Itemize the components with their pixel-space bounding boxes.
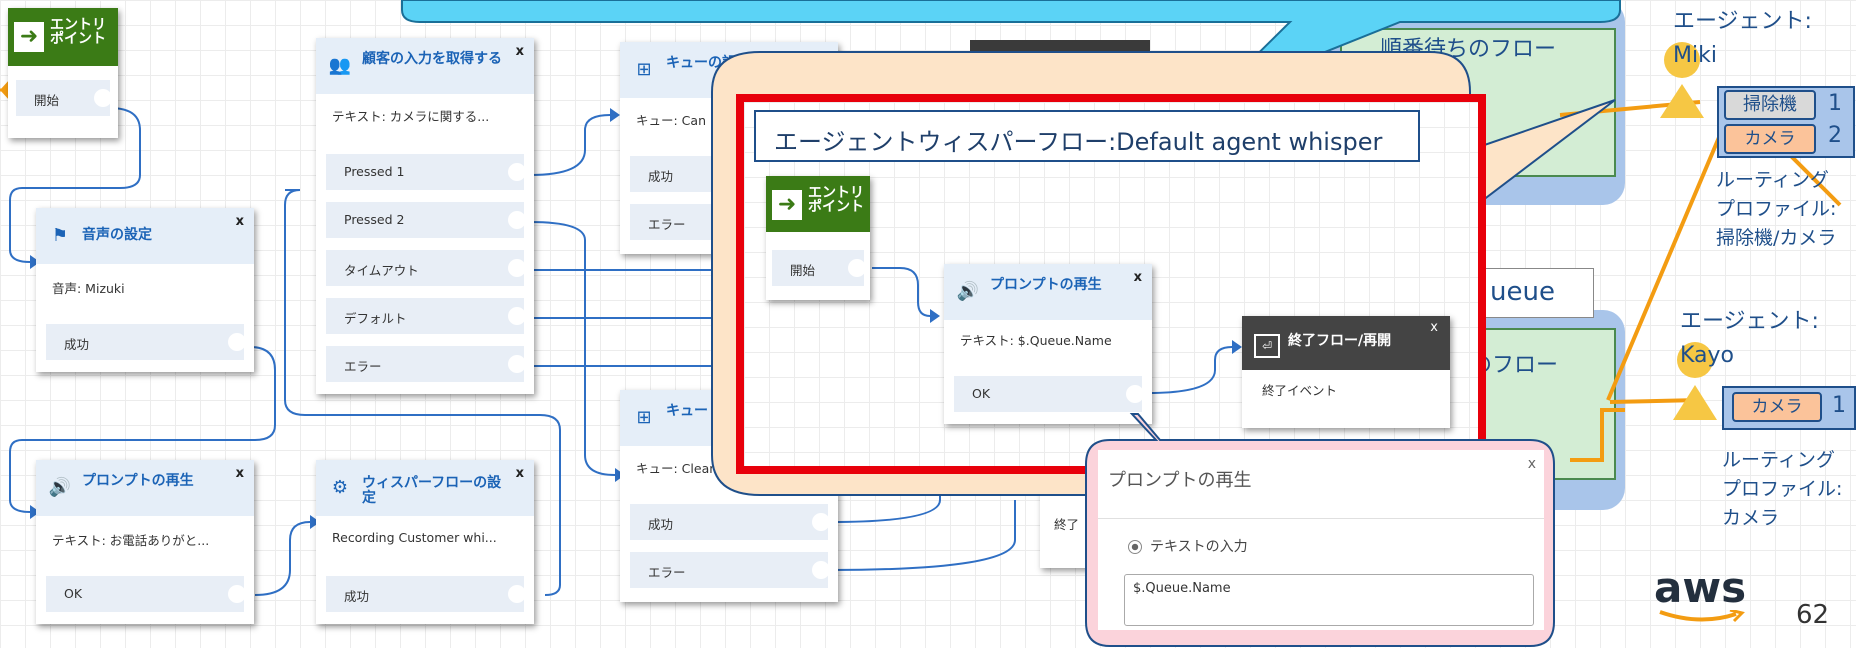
popup-bubble — [1085, 413, 1555, 647]
close-icon[interactable]: x — [1528, 456, 1536, 472]
panel-divider — [1098, 518, 1544, 519]
text-input-radio[interactable] — [1128, 540, 1142, 554]
prompt-properties-panel: プロンプトの再生 x テキストの入力 $.Queue.Name — [1098, 450, 1544, 630]
prompt-text-field[interactable]: $.Queue.Name — [1124, 574, 1534, 626]
panel-title: プロンプトの再生 — [1108, 470, 1252, 491]
radio-label: テキストの入力 — [1150, 539, 1248, 555]
prompt-text-value: $.Queue.Name — [1133, 581, 1231, 596]
